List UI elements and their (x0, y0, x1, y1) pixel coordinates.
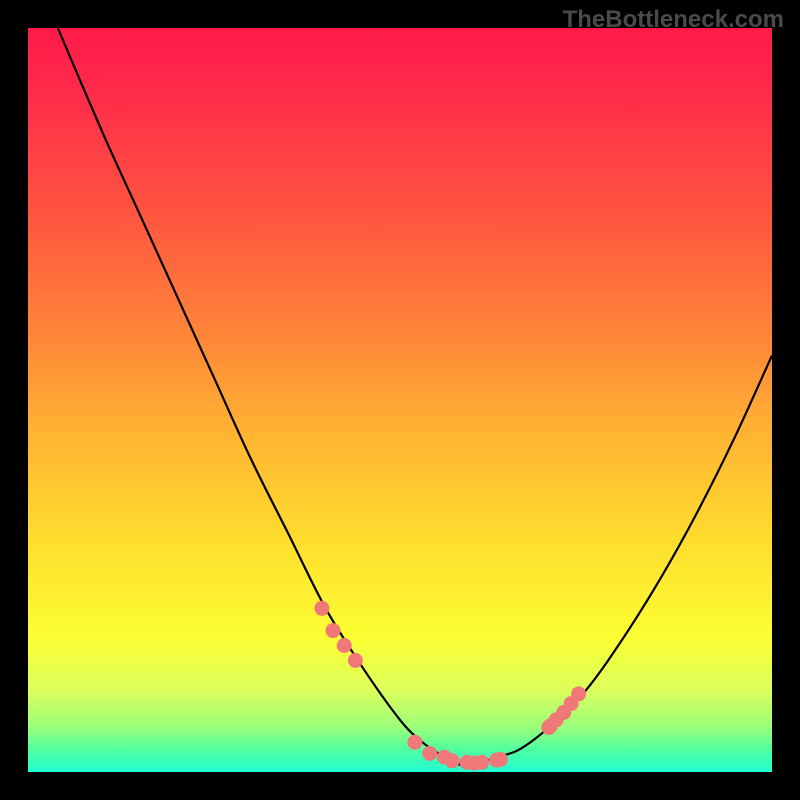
highlight-dot (337, 638, 352, 653)
highlight-dot (422, 746, 437, 761)
highlight-dot (493, 752, 508, 767)
chart-gradient-background (28, 28, 772, 772)
highlight-dot (474, 755, 489, 770)
highlight-dot (407, 735, 422, 750)
bottleneck-curve-line (58, 28, 772, 766)
highlight-dot (571, 686, 586, 701)
highlight-dots-group (314, 601, 586, 771)
highlight-dot (314, 601, 329, 616)
bottleneck-chart (28, 28, 772, 772)
highlight-dot (326, 623, 341, 638)
watermark-text: TheBottleneck.com (563, 6, 784, 34)
highlight-dot (445, 753, 460, 768)
highlight-dot (348, 653, 363, 668)
